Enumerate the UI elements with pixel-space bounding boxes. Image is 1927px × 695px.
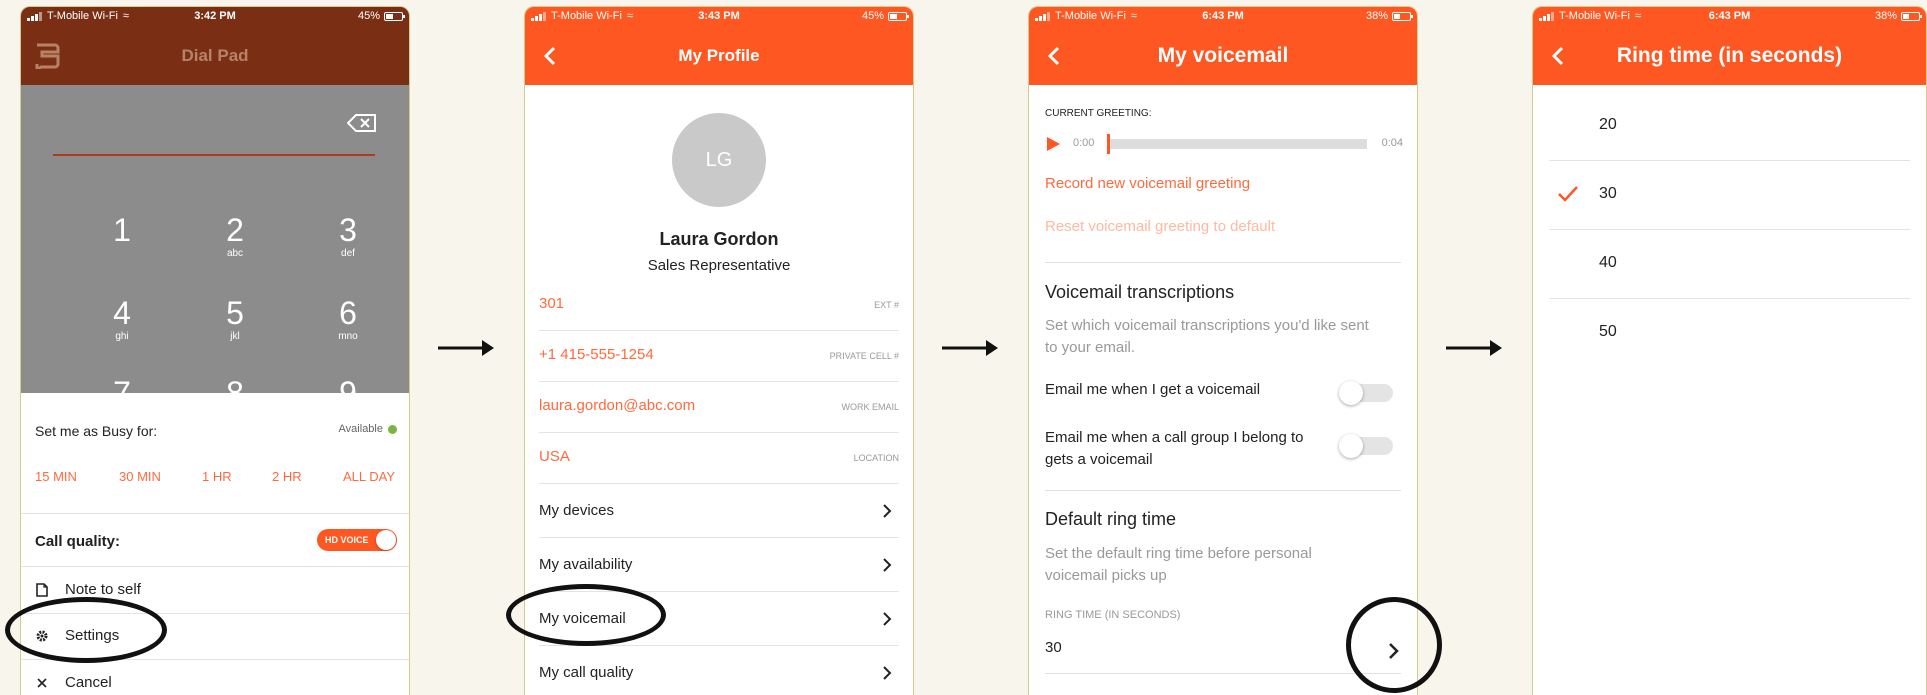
dial-pad-screen: T-Mobile Wi-Fi ≈ 3:42 PM 45% Dial Pad 1 2… bbox=[20, 6, 410, 695]
page-title: Ring time (in seconds) bbox=[1616, 44, 1843, 67]
hd-voice-toggle[interactable]: HD VOICE bbox=[317, 529, 397, 551]
busy-title: Set me as Busy for: bbox=[35, 423, 158, 439]
key-2[interactable]: 2 abc bbox=[195, 212, 275, 260]
battery-icon bbox=[1392, 11, 1413, 21]
battery-percent: 45% bbox=[861, 10, 884, 22]
play-icon[interactable] bbox=[1045, 136, 1061, 152]
page-title: My voicemail bbox=[1157, 44, 1289, 67]
player-start-time: 0:00 bbox=[1073, 137, 1095, 149]
profile-job-title: Sales Representative bbox=[647, 257, 791, 274]
busy-30-min-button[interactable]: 30 MIN bbox=[119, 469, 161, 484]
profile-name: Laura Gordon bbox=[659, 229, 779, 249]
reset-greeting-link[interactable]: Reset voicemail greeting to default bbox=[1045, 218, 1275, 235]
nav-bar: My Profile bbox=[525, 27, 913, 85]
nav-bar: Ring time (in seconds) bbox=[1533, 27, 1926, 85]
ring-time-description: Set the default ring time before persona… bbox=[1045, 545, 1312, 584]
busy-15-min-button[interactable]: 15 MIN bbox=[35, 469, 77, 484]
page-title: Dial Pad bbox=[181, 46, 249, 65]
chevron-right-icon bbox=[883, 666, 892, 680]
my-voicemail-screen: T-Mobile Wi-Fi ≈ 6:43 PM 38% My voicemail… bbox=[1028, 6, 1418, 695]
status-bar: T-Mobile Wi-Fi ≈ 6:43 PM 38% bbox=[1029, 7, 1417, 27]
transcriptions-description: Set which voicemail transcriptions you'd… bbox=[1045, 317, 1369, 356]
busy-2-hr-button[interactable]: 2 HR bbox=[272, 469, 302, 484]
page-title: My Profile bbox=[678, 46, 760, 65]
private-cell-field[interactable]: +1 415-555-1254 PRIVATE CELL # bbox=[539, 331, 899, 382]
availability-status: Available bbox=[339, 423, 397, 435]
battery-icon bbox=[1901, 11, 1922, 21]
flow-arrow-icon bbox=[1446, 340, 1502, 356]
nav-bar: My voicemail bbox=[1029, 27, 1417, 85]
key-3[interactable]: 3 def bbox=[308, 212, 388, 260]
progress-track[interactable] bbox=[1107, 139, 1367, 149]
record-greeting-link[interactable]: Record new voicemail greeting bbox=[1045, 175, 1250, 192]
email-voicemail-toggle[interactable] bbox=[1339, 381, 1393, 405]
my-devices-row[interactable]: My devices bbox=[539, 484, 899, 538]
toggle1-label: Email me when I get a voicemail bbox=[1045, 381, 1261, 398]
current-greeting-label: CURRENT GREETING: bbox=[1045, 108, 1152, 119]
status-bar: T-Mobile Wi-Fi ≈ 3:43 PM 45% bbox=[525, 7, 913, 27]
email-call-group-toggle[interactable] bbox=[1339, 434, 1393, 458]
my-call-quality-row[interactable]: My call quality bbox=[539, 646, 899, 695]
divider bbox=[1045, 673, 1401, 674]
ring-option-40[interactable]: 40 bbox=[1549, 230, 1910, 299]
ring-time-label: RING TIME (IN SECONDS) bbox=[1045, 609, 1181, 621]
ext-field[interactable]: 301 EXT # bbox=[539, 280, 899, 331]
call-quality-label: Call quality: bbox=[35, 533, 121, 550]
battery-percent: 45% bbox=[357, 10, 380, 22]
clock: 6:43 PM bbox=[1708, 10, 1751, 22]
divider bbox=[1045, 490, 1401, 491]
flow-arrow-icon bbox=[942, 340, 998, 356]
status-bar: T-Mobile Wi-Fi ≈ 6:43 PM 38% bbox=[1533, 7, 1926, 27]
ring-option-30[interactable]: 30 bbox=[1549, 161, 1910, 230]
work-email-field[interactable]: laura.gordon@abc.com WORK EMAIL bbox=[539, 382, 899, 433]
battery-percent: 38% bbox=[1874, 10, 1897, 22]
divider bbox=[21, 566, 409, 567]
battery-icon bbox=[888, 11, 909, 21]
dial-input-underline[interactable] bbox=[53, 154, 375, 156]
progress-handle[interactable] bbox=[1107, 134, 1110, 154]
backspace-icon[interactable] bbox=[347, 113, 377, 133]
divider bbox=[21, 513, 409, 514]
transcriptions-heading: Voicemail transcriptions bbox=[1045, 282, 1235, 302]
greeting-player[interactable]: 0:00 0:04 bbox=[1045, 132, 1403, 156]
avatar[interactable]: LG bbox=[672, 113, 766, 207]
divider bbox=[1045, 262, 1401, 263]
ring-time-heading: Default ring time bbox=[1045, 509, 1177, 529]
battery-percent: 38% bbox=[1365, 10, 1388, 22]
battery-icon bbox=[384, 11, 405, 21]
chevron-right-icon bbox=[883, 558, 892, 572]
highlight-circle-ring-time bbox=[1346, 597, 1442, 693]
status-bar: T-Mobile Wi-Fi ≈ 3:42 PM 45% bbox=[21, 7, 409, 27]
ring-time-value[interactable]: 30 bbox=[1045, 639, 1062, 656]
note-icon bbox=[36, 582, 48, 597]
toggle-knob bbox=[376, 530, 396, 550]
toggle2-label: Email me when a call group I belong to g… bbox=[1045, 429, 1304, 468]
ring-time-screen: T-Mobile Wi-Fi ≈ 6:43 PM 38% Ring time (i… bbox=[1532, 6, 1927, 695]
flow-arrow-icon bbox=[438, 340, 494, 356]
note-to-self-item[interactable]: Note to self bbox=[35, 581, 141, 598]
key-6[interactable]: 6 mno bbox=[308, 295, 388, 343]
busy-1-hr-button[interactable]: 1 HR bbox=[202, 469, 232, 484]
highlight-circle-settings bbox=[5, 597, 167, 663]
clock: 6:43 PM bbox=[1202, 10, 1244, 22]
key-4[interactable]: 4 ghi bbox=[82, 295, 162, 343]
clock: 3:43 PM bbox=[698, 10, 740, 22]
busy-all-day-button[interactable]: ALL DAY bbox=[343, 469, 395, 484]
clock: 3:42 PM bbox=[194, 10, 236, 22]
nav-bar: Dial Pad bbox=[21, 27, 409, 85]
ring-option-50[interactable]: 50 bbox=[1549, 299, 1910, 368]
highlight-circle-voicemail bbox=[506, 584, 666, 646]
checkmark-icon bbox=[1558, 186, 1578, 202]
key-5[interactable]: 5 jkl bbox=[195, 295, 275, 343]
cancel-item[interactable]: Cancel bbox=[35, 674, 112, 691]
player-end-time: 0:04 bbox=[1381, 137, 1403, 149]
available-dot-icon bbox=[388, 424, 397, 434]
chevron-right-icon bbox=[883, 612, 892, 626]
location-field[interactable]: USA LOCATION bbox=[539, 433, 899, 484]
key-1[interactable]: 1 bbox=[82, 212, 162, 248]
ring-option-20[interactable]: 20 bbox=[1549, 92, 1910, 161]
chevron-right-icon bbox=[883, 504, 892, 518]
close-icon bbox=[37, 677, 47, 688]
